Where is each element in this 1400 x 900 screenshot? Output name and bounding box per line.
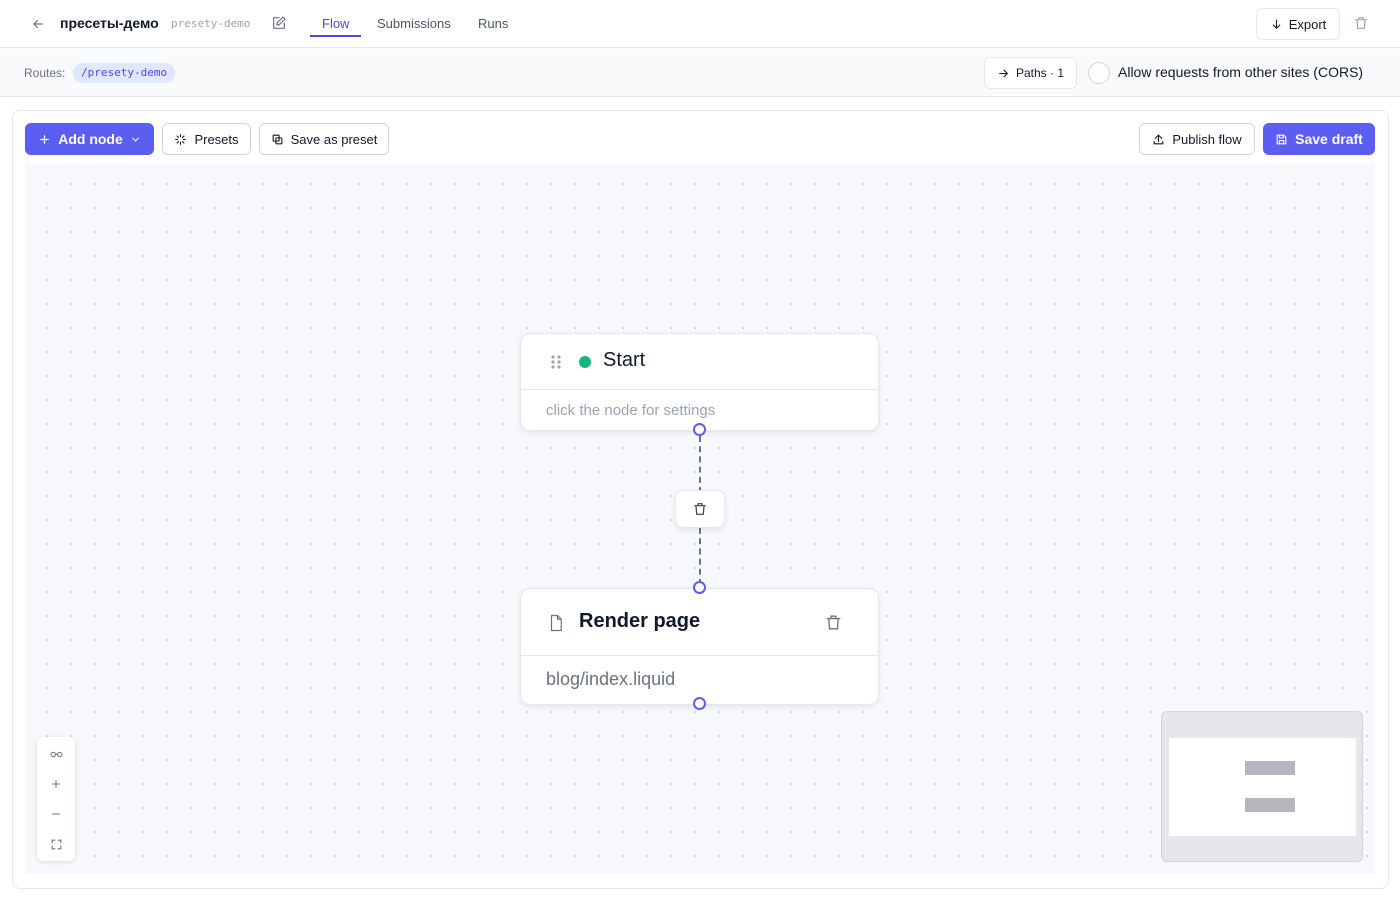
start-node-output-handle[interactable] <box>693 423 706 436</box>
edit-flow-button[interactable] <box>271 15 289 33</box>
start-node[interactable]: Start click the node for settings <box>520 333 879 431</box>
render-node-template: blog/index.liquid <box>546 669 676 689</box>
minimap[interactable] <box>1161 711 1363 862</box>
upload-icon <box>1153 133 1164 144</box>
link-icon <box>50 751 62 757</box>
file-icon <box>547 613 565 638</box>
routes-label: Routes: <box>24 66 66 80</box>
link-button[interactable] <box>37 739 75 769</box>
add-node-button[interactable]: Add node <box>25 123 154 155</box>
drag-handle-icon[interactable] <box>550 354 562 375</box>
routes-bar: Routes: /presety-demo Paths · 1 Allow re… <box>0 49 1400 97</box>
publish-flow-button[interactable]: Publish flow <box>1139 123 1255 155</box>
tab-flow[interactable]: Flow <box>322 16 349 31</box>
minimap-node <box>1245 798 1295 812</box>
zoom-in-icon <box>52 780 60 788</box>
tab-runs[interactable]: Runs <box>478 16 508 31</box>
arrow-left-icon <box>33 19 43 29</box>
save-as-preset-label: Save as preset <box>290 131 378 147</box>
presets-button[interactable]: Presets <box>162 123 251 155</box>
sparkle-icon <box>175 133 187 145</box>
save-draft-label: Save draft <box>1295 131 1363 147</box>
back-button[interactable] <box>28 14 48 34</box>
plus-icon <box>40 134 50 144</box>
add-node-label: Add node <box>58 131 123 147</box>
start-node-hint: click the node for settings <box>546 402 716 419</box>
render-node-input-handle[interactable] <box>693 581 706 594</box>
fit-view-icon <box>51 839 61 849</box>
render-node-title: Render page <box>579 610 701 632</box>
save-draft-button[interactable]: Save draft <box>1263 123 1375 155</box>
flow-title: пресеты-демо <box>60 15 159 31</box>
top-bar: пресеты-демо presety-demo Flow Submissio… <box>0 0 1400 48</box>
paths-button[interactable]: Paths · 1 <box>984 57 1077 89</box>
save-icon <box>1276 134 1287 144</box>
presets-label: Presets <box>194 131 239 147</box>
export-button[interactable]: Export <box>1256 8 1340 40</box>
tab-submissions[interactable]: Submissions <box>377 16 451 31</box>
zoom-out-icon <box>52 813 60 815</box>
copy-icon <box>272 134 283 144</box>
trash-icon <box>1355 17 1367 29</box>
zoom-controls <box>37 737 75 861</box>
cors-checkbox[interactable] <box>1088 62 1110 84</box>
fit-view-button[interactable] <box>37 829 75 859</box>
zoom-in-button[interactable] <box>37 769 75 799</box>
start-node-title: Start <box>603 349 646 371</box>
active-tab-indicator <box>310 35 361 37</box>
publish-flow-label: Publish flow <box>1172 131 1242 147</box>
edit-icon <box>273 16 286 29</box>
minimap-node <box>1245 761 1295 775</box>
flow-slug: presety-demo <box>171 17 251 30</box>
paths-label: Paths · 1 <box>1015 66 1065 80</box>
chevron-down-icon <box>132 137 139 142</box>
delete-edge-button[interactable] <box>675 490 725 528</box>
node-divider <box>521 389 878 390</box>
trash-icon <box>826 615 841 630</box>
trash-icon <box>694 503 706 515</box>
cors-label: Allow requests from other sites (CORS) <box>1118 64 1364 80</box>
save-as-preset-button[interactable]: Save as preset <box>259 123 389 155</box>
download-icon <box>1272 19 1280 29</box>
status-dot <box>579 356 591 368</box>
render-node-output-handle[interactable] <box>693 697 706 710</box>
zoom-out-button[interactable] <box>37 799 75 829</box>
arrow-right-icon <box>999 69 1009 77</box>
node-divider <box>521 655 878 656</box>
delete-node-button[interactable] <box>824 613 843 637</box>
minimap-viewport <box>1169 738 1356 836</box>
delete-flow-button[interactable] <box>1353 15 1371 33</box>
route-pill[interactable]: /presety-demo <box>73 63 176 83</box>
render-page-node[interactable]: Render page blog/index.liquid <box>520 588 879 705</box>
export-label: Export <box>1288 16 1327 32</box>
